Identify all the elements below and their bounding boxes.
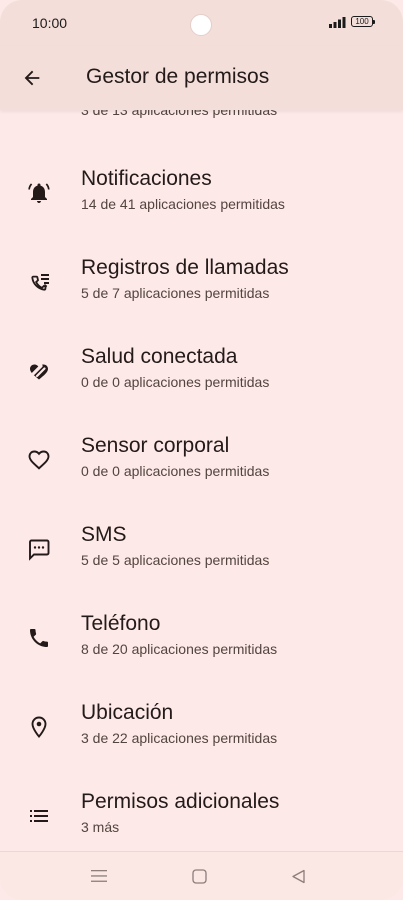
page-title: Gestor de permisos	[86, 65, 270, 88]
heart-icon	[27, 448, 51, 472]
item-subtitle: 8 de 20 aplicaciones permitidas	[81, 641, 278, 657]
item-subtitle: 5 de 5 aplicaciones permitidas	[81, 552, 270, 568]
list-icon	[27, 804, 51, 828]
phone-screen: 10:00 100 Gestor de permisos 3 de 13 apl…	[0, 0, 403, 900]
list-item-notificaciones[interactable]: Notificaciones 14 de 41 aplicaciones per…	[0, 151, 403, 240]
list-item-permisos-adicionales[interactable]: Permisos adicionales 3 más	[0, 774, 403, 851]
item-title: Salud conectada	[81, 345, 238, 368]
signal-icon	[329, 17, 346, 28]
item-title: Registros de llamadas	[81, 256, 289, 279]
app-bar: Gestor de permisos	[0, 46, 403, 110]
location-icon	[27, 715, 51, 739]
item-subtitle: 5 de 7 aplicaciones permitidas	[81, 285, 270, 301]
item-title: Sensor corporal	[81, 434, 230, 457]
item-title: Notificaciones	[81, 167, 212, 190]
phone-icon	[27, 626, 51, 650]
item-subtitle: 3 más	[81, 819, 120, 835]
list-item-salud-conectada[interactable]: Salud conectada 0 de 0 aplicaciones perm…	[0, 329, 403, 418]
home-button[interactable]	[189, 866, 209, 886]
arrow-back-icon	[24, 70, 40, 86]
item-subtitle: 0 de 0 aplicaciones permitidas	[81, 463, 270, 479]
list-item-registros-de-llamadas[interactable]: Registros de llamadas 5 de 7 aplicacione…	[0, 240, 403, 329]
partial-item-subtitle: 3 de 13 aplicaciones permitidas	[81, 110, 278, 118]
back-nav-button[interactable]	[288, 866, 308, 886]
menu-button[interactable]	[89, 866, 109, 886]
item-title: Ubicación	[81, 701, 174, 724]
status-time: 10:00	[32, 15, 68, 31]
list-item-telefono[interactable]: Teléfono 8 de 20 aplicaciones permitidas	[0, 596, 403, 685]
back-button[interactable]	[16, 62, 48, 94]
menu-icon	[91, 870, 107, 882]
connected-health-icon	[27, 359, 51, 383]
list-item-sensor-corporal[interactable]: Sensor corporal 0 de 0 aplicaciones perm…	[0, 418, 403, 507]
item-subtitle: 14 de 41 aplicaciones permitidas	[81, 196, 285, 212]
call-log-icon	[27, 270, 51, 294]
battery-icon: 100	[351, 16, 375, 27]
item-title: Teléfono	[81, 612, 161, 635]
bell-icon	[27, 181, 51, 205]
camera-cutout	[190, 14, 212, 36]
status-bar: 10:00 100	[0, 0, 403, 46]
list-item-ubicacion[interactable]: Ubicación 3 de 22 aplicaciones permitida…	[0, 685, 403, 774]
item-subtitle: 3 de 22 aplicaciones permitidas	[81, 730, 278, 746]
home-icon	[191, 868, 207, 884]
navigation-bar	[0, 851, 403, 900]
sms-icon	[27, 537, 51, 561]
back-triangle-icon	[291, 869, 305, 883]
item-subtitle: 0 de 0 aplicaciones permitidas	[81, 374, 270, 390]
item-title: SMS	[81, 523, 127, 546]
item-title: Permisos adicionales	[81, 790, 280, 813]
permission-list: 3 de 13 aplicaciones permitidas Notifica…	[0, 110, 403, 851]
list-item-sms[interactable]: SMS 5 de 5 aplicaciones permitidas	[0, 507, 403, 596]
